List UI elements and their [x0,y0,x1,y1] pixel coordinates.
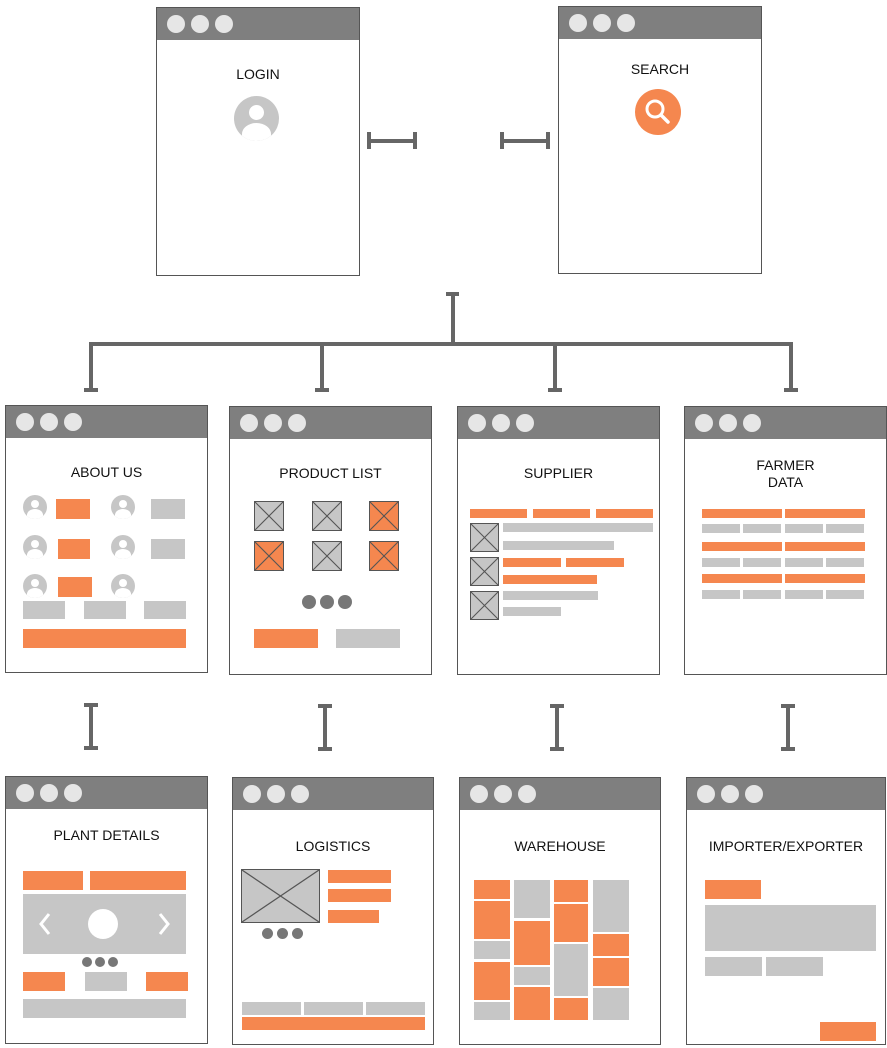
screen-title: PLANT DETAILS [53,827,160,843]
login-screen: LOGIN [156,7,360,276]
window-titlebar [687,778,885,810]
about-us-screen: ABOUT US [5,405,208,673]
avatar-icon [23,574,47,598]
product-list-screen: PRODUCT LIST [229,406,432,675]
pagination-dot [320,595,334,609]
window-titlebar [685,407,886,439]
avatar-icon [111,574,135,598]
plant-details-screen: PLANT DETAILS [5,776,208,1044]
screen-title: WAREHOUSE [514,838,606,854]
user-avatar-icon [234,96,279,141]
window-titlebar [230,407,431,439]
image-carousel[interactable] [23,894,186,954]
window-titlebar [559,7,761,39]
image-placeholder-icon [254,501,284,531]
window-titlebar [6,406,207,438]
image-placeholder-icon [470,591,499,620]
importer-exporter-screen: IMPORTER/EXPORTER [686,777,886,1045]
pagination-dot [338,595,352,609]
screen-title: ABOUT US [70,464,143,480]
image-placeholder-icon [241,869,320,923]
screen-title: SUPPLIER [523,465,594,481]
screen-title: FARMER DATA [756,457,815,490]
avatar-icon [23,535,47,559]
image-placeholder-icon [312,541,342,571]
window-titlebar [460,778,660,810]
avatar-icon [23,495,47,519]
window-titlebar [458,407,659,439]
pagination-dot [108,957,118,967]
screen-title: PRODUCT LIST [279,465,382,481]
farmer-data-screen: FARMER DATA [684,406,887,675]
window-titlebar [6,777,207,809]
pagination-dot [277,928,288,939]
screen-title: LOGIN [236,66,280,82]
screen-title: SEARCH [630,61,690,77]
pagination-dot [302,595,316,609]
image-placeholder-icon [254,541,284,571]
window-titlebar [233,778,433,810]
avatar-icon [111,495,135,519]
supplier-screen: SUPPLIER [457,406,660,675]
screen-title: LOGISTICS [295,838,371,854]
image-placeholder-icon [470,523,499,552]
image-placeholder-icon [369,541,399,571]
search-icon [635,89,681,135]
pagination-dot [82,957,92,967]
logistics-screen: LOGISTICS [232,777,434,1045]
warehouse-screen: WAREHOUSE [459,777,661,1045]
window-titlebar [157,8,359,40]
avatar-icon [111,535,135,559]
screen-title: IMPORTER/EXPORTER [708,838,864,854]
pagination-dot [262,928,273,939]
image-placeholder-icon [470,557,499,586]
pagination-dot [292,928,303,939]
search-screen: SEARCH [558,6,762,274]
image-placeholder-icon [312,501,342,531]
pagination-dot [95,957,105,967]
image-placeholder-icon [369,501,399,531]
